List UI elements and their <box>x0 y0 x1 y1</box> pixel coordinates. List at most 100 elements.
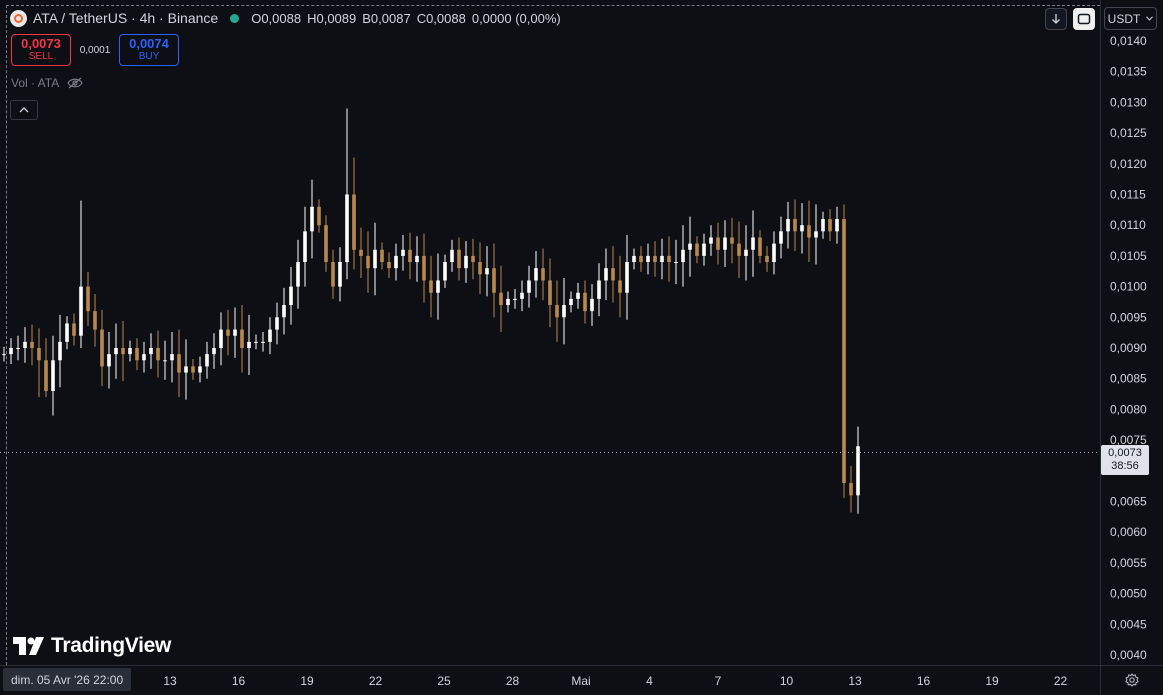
candle <box>758 230 762 264</box>
candle <box>205 341 209 379</box>
candle <box>142 341 146 373</box>
price-tick-label: 0,0090 <box>1110 341 1147 355</box>
fullscreen-icon <box>1077 13 1091 25</box>
candle <box>779 216 783 259</box>
candle <box>660 238 664 280</box>
price-tick-label: 0,0120 <box>1110 157 1147 171</box>
candle <box>597 263 601 317</box>
time-axis[interactable]: 13 16 19 22 25 28 Mai 4 7 10 13 16 19 22 <box>0 665 1100 695</box>
candle <box>702 233 706 266</box>
candle <box>268 317 272 355</box>
tradingview-logo[interactable]: TradingView <box>13 634 171 658</box>
time-tick-label: 22 <box>1054 674 1068 688</box>
candle <box>254 334 258 350</box>
candle <box>856 426 860 514</box>
candle <box>72 313 76 346</box>
time-tick-label: 7 <box>715 674 722 688</box>
symbol-title[interactable]: ATA / TetherUS · 4h · Binance <box>33 10 218 26</box>
fullscreen-button[interactable] <box>1073 8 1095 30</box>
ata-coin-icon <box>10 9 27 27</box>
candle <box>37 328 41 398</box>
price-tick-label: 0,0080 <box>1110 402 1147 416</box>
candle <box>723 220 727 267</box>
candle <box>359 227 363 279</box>
price-tick-label: 0,0065 <box>1110 495 1147 509</box>
scroll-to-latest-button[interactable] <box>1045 8 1067 30</box>
price-tick-label: 0,0130 <box>1110 95 1147 109</box>
candle <box>44 338 48 398</box>
candle <box>324 215 328 272</box>
candle <box>338 247 342 302</box>
time-tick-label: 28 <box>506 674 520 688</box>
time-tick-label: 19 <box>985 674 999 688</box>
candle <box>625 235 629 320</box>
candle <box>366 231 370 293</box>
crosshair-date-label: dim. 05 Avr '26 22:00 <box>3 668 132 691</box>
collapse-legend-button[interactable] <box>10 100 38 120</box>
candle <box>618 255 622 318</box>
time-tick-label: 13 <box>848 674 862 688</box>
candle <box>226 309 230 356</box>
candle <box>100 309 104 387</box>
candle <box>807 200 811 263</box>
price-tick-label: 0,0100 <box>1110 280 1147 294</box>
candle <box>646 243 650 275</box>
candle <box>562 278 566 345</box>
candle <box>317 199 321 233</box>
candle <box>478 242 482 294</box>
candle <box>296 239 300 309</box>
spread-value: 0,0001 <box>79 44 111 56</box>
candle <box>695 236 699 264</box>
candle <box>555 280 559 342</box>
candlestick-series <box>0 108 1100 514</box>
candle <box>534 250 538 298</box>
ohlc-low: B0,0087 <box>362 10 411 26</box>
candle <box>30 324 34 366</box>
price-tick-label: 0,0115 <box>1110 188 1146 202</box>
candle <box>352 157 356 270</box>
price-tick-label: 0,0140 <box>1110 34 1147 48</box>
currency-selector[interactable]: USDT <box>1104 7 1157 30</box>
candle <box>422 233 426 303</box>
candle <box>751 210 755 277</box>
price-axis[interactable]: 0,0140 0,0135 0,0130 0,0125 0,0120 0,0115 0,01… <box>1100 0 1163 665</box>
eye-hidden-icon[interactable] <box>67 77 83 89</box>
candle <box>401 235 405 271</box>
candle <box>793 199 797 251</box>
chart-window: 0,0140 0,0135 0,0130 0,0125 0,0120 0,0115 0,01… <box>0 0 1163 695</box>
buy-button[interactable]: 0,0074 BUY <box>119 34 179 66</box>
symbol-legend[interactable]: ATA / TetherUS · 4h · Binance O0,0088 H0… <box>10 8 561 28</box>
time-tick-label: 16 <box>232 674 246 688</box>
sell-button[interactable]: 0,0073 SELL <box>11 34 71 66</box>
time-axis-labels: 13 16 19 22 25 28 Mai 4 7 10 13 16 19 22 <box>163 674 1068 688</box>
price-tick-label: 0,0045 <box>1110 617 1147 631</box>
candle <box>289 266 293 325</box>
bar-countdown: 38:56 <box>1111 460 1139 472</box>
candle <box>464 241 468 283</box>
candle <box>86 271 90 326</box>
candle <box>443 254 447 288</box>
candle <box>786 201 790 249</box>
candle <box>212 333 216 369</box>
time-tick-label: 25 <box>437 674 451 688</box>
chevron-up-icon <box>19 107 29 113</box>
candle <box>135 338 139 371</box>
time-tick-label: 19 <box>300 674 314 688</box>
selection-border-top <box>6 5 1100 6</box>
ohlc-open: O0,0088 <box>251 10 302 26</box>
volume-indicator-legend[interactable]: Vol · ATA <box>11 76 83 90</box>
candle <box>814 204 818 265</box>
candle <box>681 225 685 287</box>
candle <box>835 206 839 244</box>
candle <box>527 265 531 308</box>
candle <box>51 335 55 416</box>
candle <box>541 248 545 301</box>
candle <box>492 243 496 318</box>
candle <box>429 255 433 318</box>
ohlc-close: C0,0088 <box>416 10 466 26</box>
chart-pane[interactable] <box>0 0 1100 665</box>
candle <box>331 249 335 299</box>
candle <box>219 312 223 366</box>
price-tick-label: 0,0040 <box>1110 648 1147 662</box>
gear-icon[interactable] <box>1125 673 1139 687</box>
